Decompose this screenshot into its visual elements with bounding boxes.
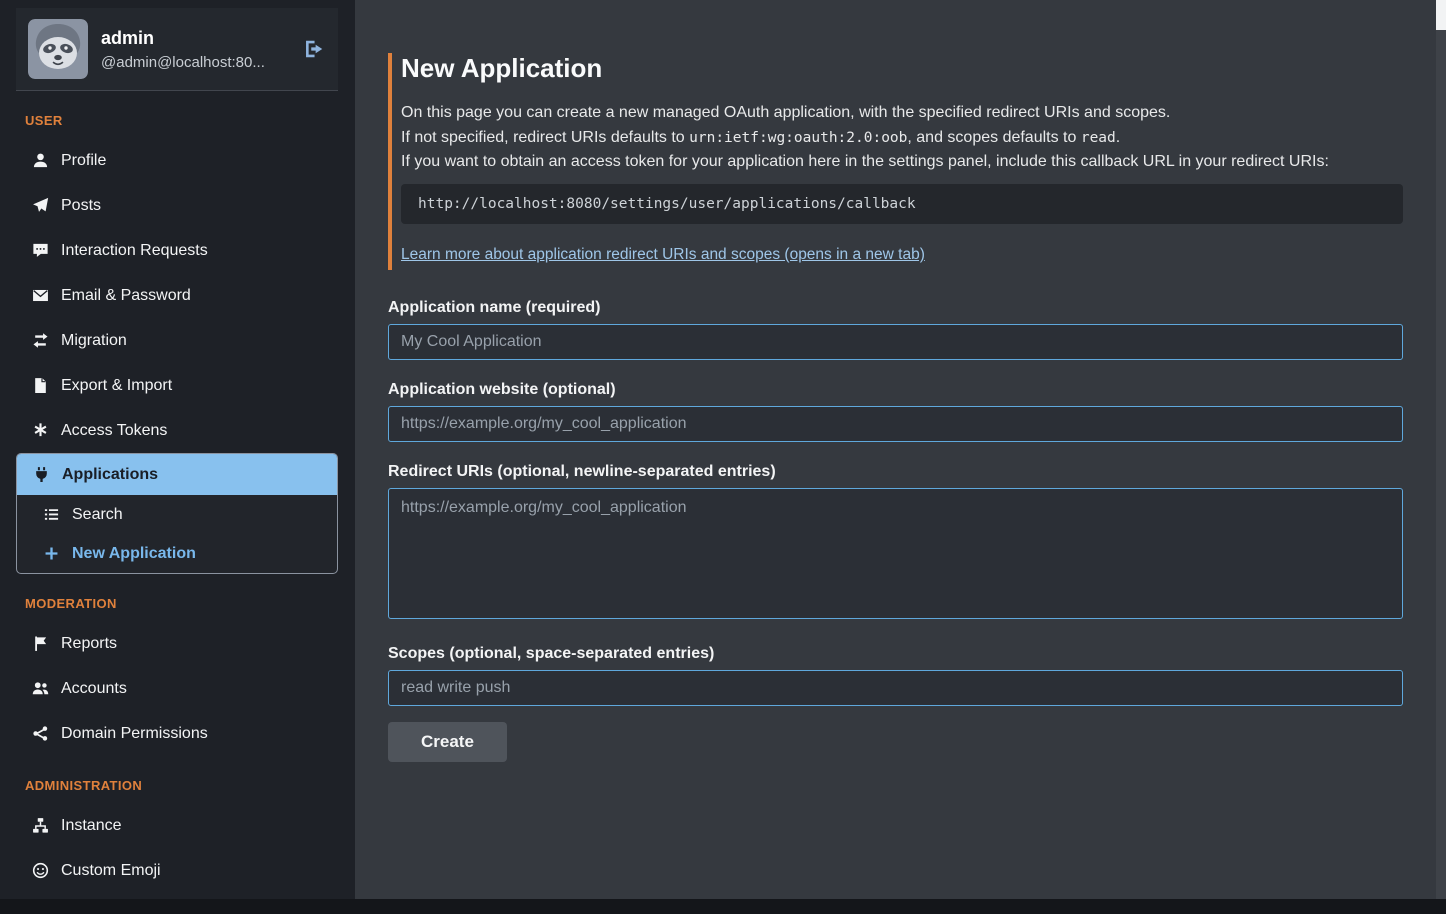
sidebar-item-label: Email & Password xyxy=(61,285,191,306)
plug-icon xyxy=(30,466,52,483)
user-handle: @admin@localhost:80... xyxy=(101,54,289,71)
sitemap-icon xyxy=(29,817,51,834)
sidebar-item-accounts[interactable]: Accounts xyxy=(16,666,338,711)
user-icon xyxy=(29,152,51,169)
sidebar-item-label: Domain Permissions xyxy=(61,723,208,744)
vertical-scrollbar[interactable] xyxy=(1436,0,1446,899)
share-nodes-icon xyxy=(29,725,51,742)
page-title: New Application xyxy=(401,53,1403,84)
default-redirect-uri-code: urn:ietf:wg:oauth:2.0:oob xyxy=(689,130,907,146)
sidebar-item-export-import[interactable]: Export & Import xyxy=(16,363,338,408)
sidebar-item-label: Access Tokens xyxy=(61,420,167,441)
envelope-icon xyxy=(29,287,51,304)
sidebar-item-custom-emoji[interactable]: Custom Emoji xyxy=(16,848,338,893)
application-website-field: Application website (optional) xyxy=(388,381,1403,442)
sidebar-item-profile[interactable]: Profile xyxy=(16,138,338,183)
section-label-moderation: MODERATION xyxy=(25,596,338,611)
intro-line-1: On this page you can create a new manage… xyxy=(401,101,1403,126)
file-export-icon xyxy=(29,377,51,394)
application-website-input[interactable] xyxy=(388,406,1403,442)
user-meta: admin @admin@localhost:80... xyxy=(101,28,289,71)
scopes-label: Scopes (optional, space-separated entrie… xyxy=(388,645,1403,663)
scopes-field: Scopes (optional, space-separated entrie… xyxy=(388,645,1403,706)
sidebar-item-instance[interactable]: Instance xyxy=(16,803,338,848)
asterisk-icon xyxy=(29,422,51,439)
intro-line-3: If you want to obtain an access token fo… xyxy=(401,150,1403,175)
sign-out-icon[interactable] xyxy=(302,38,326,60)
application-name-field: Application name (required) xyxy=(388,299,1403,360)
sidebar-item-label: Reports xyxy=(61,633,117,654)
sidebar-item-label: Export & Import xyxy=(61,375,172,396)
intro-block: New Application On this page you can cre… xyxy=(388,53,1403,270)
flag-icon xyxy=(29,635,51,652)
list-icon xyxy=(40,506,62,523)
sidebar-item-email-password[interactable]: Email & Password xyxy=(16,273,338,318)
main-content: New Application On this page you can cre… xyxy=(355,0,1446,914)
learn-more-link[interactable]: Learn more about application redirect UR… xyxy=(401,246,925,264)
sidebar-item-applications-search[interactable]: Search xyxy=(17,495,337,534)
create-button[interactable]: Create xyxy=(388,722,507,762)
sidebar-item-label: Profile xyxy=(61,150,106,171)
sidebar-item-reports[interactable]: Reports xyxy=(16,621,338,666)
horizontal-scrollbar[interactable] xyxy=(0,899,1446,914)
sidebar-item-migration[interactable]: Migration xyxy=(16,318,338,363)
sidebar: admin @admin@localhost:80... USER Profil… xyxy=(0,0,355,914)
new-application-form: Application name (required) Application … xyxy=(388,299,1403,762)
redirect-uris-field: Redirect URIs (optional, newline-separat… xyxy=(388,463,1403,624)
sidebar-item-new-application[interactable]: New Application xyxy=(17,534,337,573)
intro-line-2: If not specified, redirect URIs defaults… xyxy=(401,126,1403,151)
sidebar-item-label: Migration xyxy=(61,330,127,351)
exchange-arrows-icon xyxy=(29,332,51,349)
sloth-avatar xyxy=(28,19,88,79)
application-name-label: Application name (required) xyxy=(388,299,1403,317)
redirect-uris-label: Redirect URIs (optional, newline-separat… xyxy=(388,463,1403,481)
redirect-uris-textarea[interactable] xyxy=(388,488,1403,619)
sidebar-item-label: Instance xyxy=(61,815,121,836)
callback-url-code: http://localhost:8080/settings/user/appl… xyxy=(401,184,1403,224)
smiley-icon xyxy=(29,862,51,879)
application-name-input[interactable] xyxy=(388,324,1403,360)
scopes-input[interactable] xyxy=(388,670,1403,706)
default-scope-code: read xyxy=(1081,130,1116,146)
sidebar-item-interaction-requests[interactable]: Interaction Requests xyxy=(16,228,338,273)
application-website-label: Application website (optional) xyxy=(388,381,1403,399)
sidebar-item-label: Search xyxy=(72,504,123,525)
users-icon xyxy=(29,680,51,697)
sidebar-item-domain-permissions[interactable]: Domain Permissions xyxy=(16,711,338,756)
sidebar-item-label: Applications xyxy=(62,464,158,485)
section-label-user: USER xyxy=(25,113,338,128)
user-name: admin xyxy=(101,28,289,49)
applications-group: Applications Search New Application xyxy=(16,453,338,574)
section-label-administration: ADMINISTRATION xyxy=(25,778,338,793)
user-card[interactable]: admin @admin@localhost:80... xyxy=(16,8,338,91)
plus-icon xyxy=(40,545,62,562)
sidebar-item-label: New Application xyxy=(72,543,196,564)
sidebar-item-label: Posts xyxy=(61,195,101,216)
sidebar-item-posts[interactable]: Posts xyxy=(16,183,338,228)
sidebar-item-applications[interactable]: Applications xyxy=(17,454,337,495)
sidebar-item-label: Interaction Requests xyxy=(61,240,208,261)
sidebar-item-label: Custom Emoji xyxy=(61,860,161,881)
sidebar-item-access-tokens[interactable]: Access Tokens xyxy=(16,408,338,453)
paper-plane-icon xyxy=(29,197,51,214)
vertical-scrollbar-thumb[interactable] xyxy=(1436,0,1446,30)
app-root: admin @admin@localhost:80... USER Profil… xyxy=(0,0,1446,914)
sidebar-item-label: Accounts xyxy=(61,678,127,699)
comment-dots-icon xyxy=(29,242,51,259)
